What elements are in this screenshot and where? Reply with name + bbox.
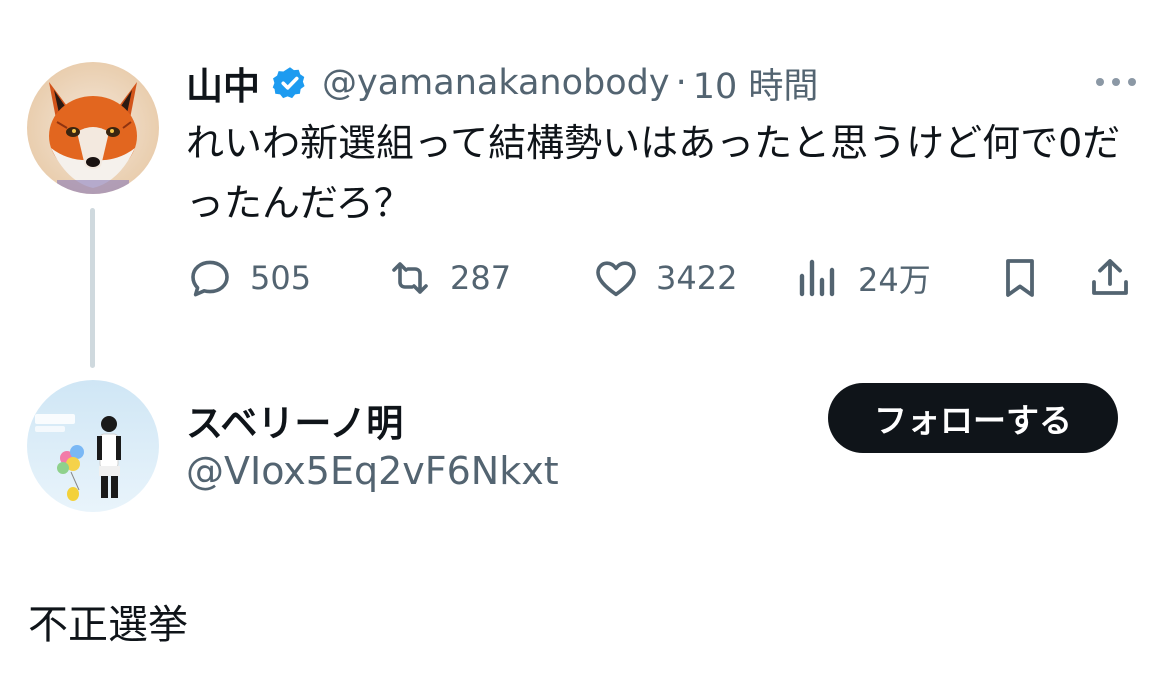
header-separator: · (675, 63, 687, 103)
views-count: 24万 (858, 261, 931, 299)
share-icon (1092, 259, 1128, 295)
author-display-name[interactable]: 山中 (186, 56, 260, 110)
retweet-icon (392, 262, 428, 294)
reply-icon (191, 260, 229, 297)
game-character-avatar-icon (27, 380, 159, 512)
views-button[interactable]: 24万 (794, 250, 931, 306)
reply-author-handle[interactable]: @VIox5Eq2vF6Nkxt (186, 449, 559, 493)
thread-connector-line (90, 208, 95, 368)
more-options-icon[interactable] (1094, 72, 1138, 92)
like-button[interactable]: 3422 (592, 250, 737, 306)
follow-button[interactable]: フォローする (828, 383, 1118, 453)
tweet-timestamp[interactable]: 10 時間 (693, 58, 819, 109)
author-avatar[interactable] (27, 62, 159, 194)
share-button[interactable] (1086, 250, 1134, 306)
like-count: 3422 (656, 259, 738, 297)
views-chart-icon (799, 259, 835, 297)
tweet-header: 山中 @yamanakanobody · 10 時間 (186, 58, 818, 108)
reply-button[interactable]: 505 (186, 250, 311, 306)
reply-text: 不正選挙 (28, 602, 188, 648)
reply-author-avatar[interactable] (27, 380, 159, 512)
reply-author-display-name[interactable]: スベリーノ明 (186, 393, 403, 447)
bookmark-button[interactable] (996, 250, 1044, 306)
heart-icon (596, 261, 636, 297)
bookmark-icon (1006, 259, 1034, 297)
tweet-actions: 505 287 3422 24万 (186, 250, 1136, 306)
retweet-button[interactable]: 287 (386, 250, 511, 306)
fox-avatar-icon (27, 62, 159, 194)
reply-count: 505 (250, 259, 312, 297)
retweet-count: 287 (450, 259, 512, 297)
tweet-text: れいわ新選組って結構勢いはあったと思うけど何で0だったんだろ？ (186, 121, 1121, 225)
author-handle[interactable]: @yamanakanobody (322, 63, 670, 103)
verified-badge-icon[interactable] (272, 65, 308, 101)
